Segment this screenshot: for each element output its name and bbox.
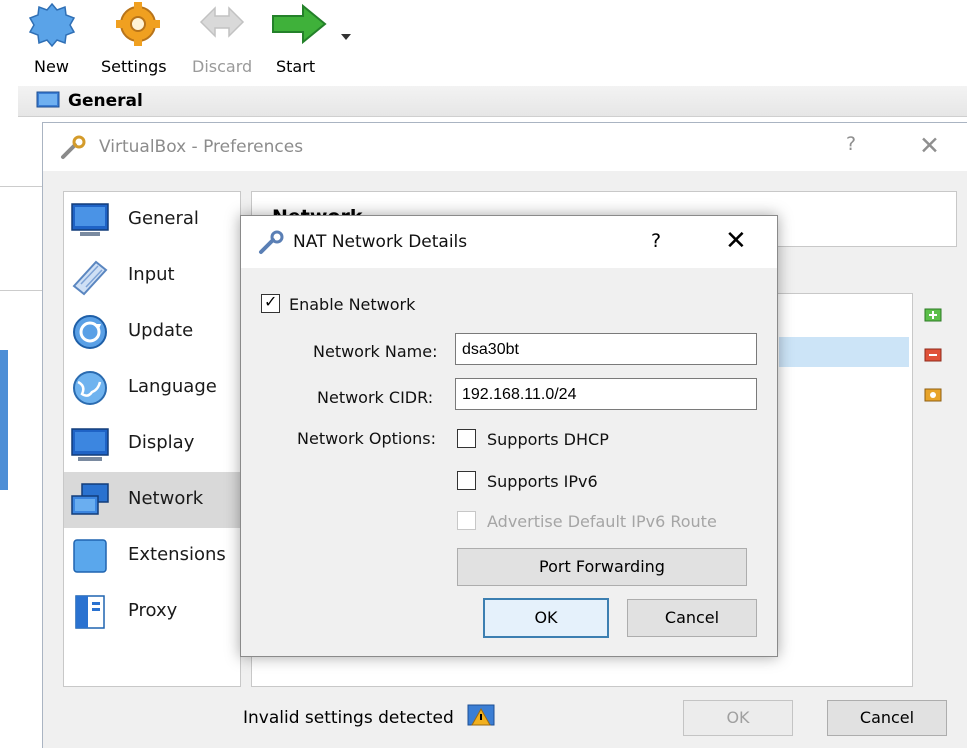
settings-button[interactable]: Settings xyxy=(98,0,178,86)
nav-item-general[interactable]: General xyxy=(64,192,240,248)
supports-ipv6-checkbox[interactable] xyxy=(457,471,476,490)
nav-item-display[interactable]: Display xyxy=(64,416,240,472)
manager-divider xyxy=(0,186,42,187)
display-icon xyxy=(71,428,109,461)
advertise-ipv6-route-label[interactable]: Advertise Default IPv6 Route xyxy=(487,512,717,531)
edit-nat-network-icon[interactable] xyxy=(923,385,943,405)
preferences-close-button[interactable]: ✕ xyxy=(919,131,940,160)
network-name-field[interactable]: dsa30bt xyxy=(455,333,757,365)
network-cidr-label: Network CIDR: xyxy=(317,388,434,407)
manager-general-section: General xyxy=(18,86,967,117)
nav-item-extensions[interactable]: Extensions xyxy=(64,528,240,584)
nav-item-input[interactable]: Input xyxy=(64,248,240,304)
supports-dhcp-checkbox[interactable] xyxy=(457,429,476,448)
remove-nat-network-icon[interactable] xyxy=(923,345,943,365)
start-button[interactable]: Start xyxy=(264,0,360,86)
network-name-label: Network Name: xyxy=(313,342,438,361)
supports-ipv6-label[interactable]: Supports IPv6 xyxy=(487,472,598,491)
manager-divider xyxy=(0,290,42,291)
network-cidr-field[interactable]: 192.168.11.0/24 xyxy=(455,378,757,410)
new-icon xyxy=(28,2,76,48)
preferences-cancel-button[interactable]: Cancel xyxy=(827,700,947,736)
discard-arrow-icon xyxy=(199,6,245,38)
nat-help-button[interactable]: ? xyxy=(651,230,661,252)
nat-dialog-title: NAT Network Details xyxy=(293,232,468,252)
new-button[interactable]: New xyxy=(22,0,82,86)
proxy-icon xyxy=(75,595,105,629)
invalid-settings-text: Invalid settings detected xyxy=(243,708,454,728)
settings-gear-icon xyxy=(116,2,160,46)
nat-dialog-titlebar: NAT Network Details ? ✕ xyxy=(241,216,777,268)
add-nat-network-icon[interactable] xyxy=(923,305,943,325)
nat-network-row-selected[interactable] xyxy=(779,337,909,367)
start-arrow-icon xyxy=(272,3,351,45)
port-forwarding-button[interactable]: Port Forwarding xyxy=(457,548,747,586)
general-monitor-icon xyxy=(36,91,60,108)
enable-network-label[interactable]: Enable Network xyxy=(289,295,415,314)
advertise-ipv6-route-checkbox[interactable] xyxy=(457,511,476,530)
wrench-icon xyxy=(61,135,86,159)
supports-dhcp-label[interactable]: Supports DHCP xyxy=(487,430,609,449)
preferences-nav-list: General Input Update Language Display Ne… xyxy=(63,191,241,687)
enable-network-checkbox[interactable]: ✓ xyxy=(261,292,280,313)
nav-item-language[interactable]: Language xyxy=(64,360,240,416)
input-icon xyxy=(72,260,108,296)
network-icon xyxy=(71,483,109,515)
extensions-icon xyxy=(73,539,107,573)
nav-item-update[interactable]: Update xyxy=(64,304,240,360)
warning-icon[interactable] xyxy=(466,703,496,729)
discard-button[interactable]: Discard xyxy=(188,0,256,86)
preferences-help-button[interactable]: ? xyxy=(846,133,856,155)
general-icon xyxy=(71,203,109,236)
nat-ok-button[interactable]: OK xyxy=(483,598,609,638)
nat-close-button[interactable]: ✕ xyxy=(725,226,747,256)
start-dropdown-icon xyxy=(341,34,351,40)
preferences-titlebar: VirtualBox - Preferences ? ✕ xyxy=(43,123,967,171)
checkmark-icon: ✓ xyxy=(264,292,278,311)
nav-item-network[interactable]: Network xyxy=(64,472,240,528)
nat-cancel-button[interactable]: Cancel xyxy=(627,599,757,637)
nat-network-details-dialog: NAT Network Details ? ✕ ✓ Enable Network… xyxy=(240,215,778,657)
preferences-title: VirtualBox - Preferences xyxy=(99,137,304,157)
manager-selection-edge xyxy=(0,350,8,490)
network-options-label: Network Options: xyxy=(297,429,437,448)
nav-item-proxy[interactable]: Proxy xyxy=(64,584,240,640)
preferences-ok-button[interactable]: OK xyxy=(683,700,793,736)
language-icon xyxy=(73,371,107,405)
update-icon xyxy=(73,315,107,349)
wrench-icon xyxy=(259,230,284,254)
